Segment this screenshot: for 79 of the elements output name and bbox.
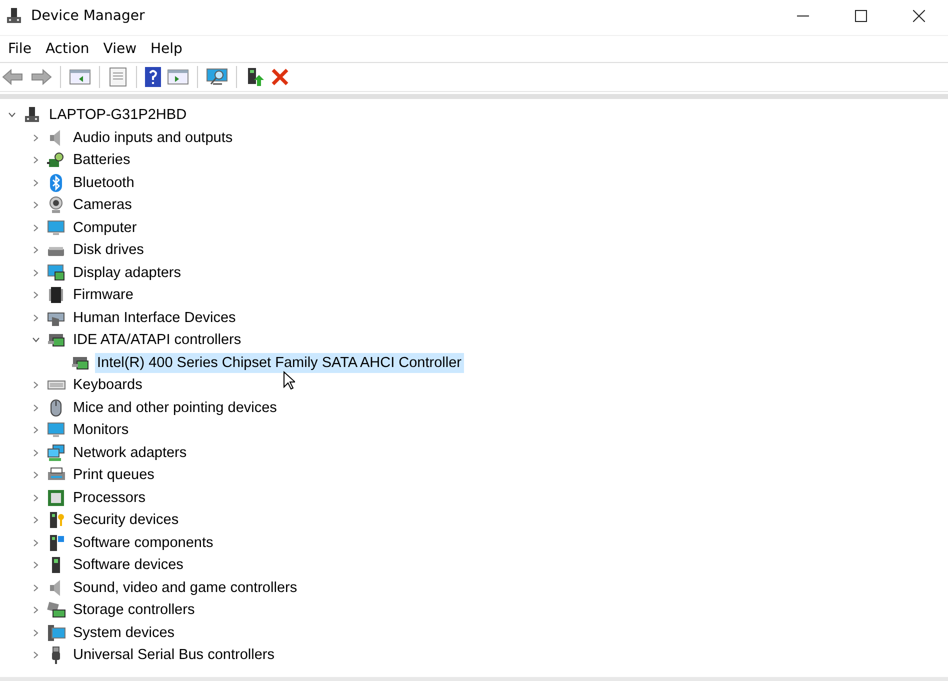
scan-monitor-icon[interactable] (206, 68, 228, 86)
uninstall-icon[interactable] (271, 68, 289, 86)
expand-chevron-icon[interactable] (32, 628, 40, 637)
tree-item[interactable]: Network adapters (71, 442, 189, 463)
expand-chevron-icon[interactable] (32, 201, 40, 210)
expand-chevron-icon[interactable] (32, 156, 40, 164)
expand-chevron-icon[interactable] (32, 426, 40, 434)
menu-item[interactable]: View (96, 41, 144, 57)
tree-item[interactable]: Human Interface Devices (71, 308, 238, 328)
expand-chevron-icon[interactable] (32, 134, 40, 142)
expand-chevron-icon[interactable] (32, 516, 40, 524)
app-icon (5, 7, 23, 25)
back-icon[interactable] (2, 69, 24, 85)
tree-item[interactable]: Storage controllers (71, 600, 197, 620)
forward-icon[interactable] (30, 69, 52, 85)
menu-item[interactable]: File (1, 41, 38, 57)
display-adapter-icon (47, 264, 66, 282)
expand-chevron-icon[interactable] (32, 381, 40, 390)
tree-item[interactable]: IDE ATA/ATAPI controllers (71, 330, 244, 350)
expand-chevron-icon[interactable] (32, 224, 40, 232)
expand-chevron-icon[interactable] (32, 404, 40, 412)
tree-item[interactable]: Mice and other pointing devices (71, 398, 279, 418)
tree-item[interactable]: Cameras (71, 195, 134, 216)
tree-item[interactable]: Audio inputs and outputs (71, 128, 235, 148)
system-icon (47, 624, 66, 642)
menu-item[interactable]: Action (38, 41, 96, 57)
expand-chevron-icon[interactable] (32, 268, 40, 277)
network-icon (47, 444, 66, 462)
tree-item[interactable]: Intel(R) 400 Series Chipset Family SATA AHCI Controller (95, 352, 464, 373)
tree-pane-icon[interactable] (69, 68, 91, 86)
action-pane-icon[interactable] (167, 68, 189, 86)
tree-item[interactable]: Keyboards (71, 375, 144, 396)
storage-icon (47, 601, 66, 620)
mouse-cursor-icon (283, 371, 295, 390)
expand-chevron-icon[interactable] (32, 561, 40, 570)
tree-item[interactable]: Print queues (71, 465, 156, 486)
help-icon[interactable] (145, 67, 161, 87)
tree-item[interactable]: Monitors (71, 420, 131, 440)
expand-chevron-icon[interactable] (32, 606, 40, 614)
tree-item[interactable]: Batteries (71, 150, 132, 170)
tree-item[interactable]: Sound, video and game controllers (71, 578, 300, 598)
tree-item[interactable]: Bluetooth (71, 172, 136, 193)
expand-chevron-icon[interactable] (32, 584, 40, 592)
tree-item[interactable]: Display adapters (71, 262, 183, 283)
collapse-chevron-icon[interactable] (32, 336, 40, 344)
expand-chevron-icon[interactable] (32, 471, 40, 480)
tree-item[interactable]: Software components (71, 532, 216, 553)
expand-chevron-icon[interactable] (32, 314, 40, 322)
monitor-icon (47, 218, 66, 237)
tree-item[interactable]: Computer (71, 218, 139, 238)
tree-item[interactable]: Software devices (71, 555, 186, 576)
window-title: Device Manager (31, 8, 145, 24)
monitor-icon (47, 421, 66, 440)
processor-icon (47, 488, 66, 507)
battery-icon (47, 151, 66, 170)
collapse-chevron-icon[interactable] (8, 111, 16, 120)
tree-item[interactable]: LAPTOP-G31P2HBD (47, 105, 189, 126)
tree-item[interactable]: Disk drives (71, 240, 146, 260)
update-driver-icon[interactable] (245, 67, 265, 87)
chip-icon (47, 286, 66, 304)
adapter-card-icon (47, 331, 66, 350)
tree-item[interactable]: Security devices (71, 510, 181, 530)
expand-chevron-icon[interactable] (32, 246, 40, 254)
expand-chevron-icon[interactable] (32, 538, 40, 547)
menu-item[interactable]: Help (144, 41, 190, 57)
close-icon (913, 10, 925, 22)
expand-chevron-icon[interactable] (32, 178, 40, 187)
tower-key-icon (47, 511, 66, 530)
expand-chevron-icon[interactable] (32, 494, 40, 502)
expand-chevron-icon[interactable] (32, 651, 40, 660)
tree-item[interactable]: Processors (71, 488, 148, 508)
computer-icon (23, 106, 42, 124)
tree-item[interactable]: Universal Serial Bus controllers (71, 645, 276, 666)
maximize-icon (855, 10, 867, 22)
expand-chevron-icon[interactable] (32, 291, 40, 300)
tree-item[interactable]: Firmware (71, 285, 136, 306)
properties-icon[interactable] (108, 67, 128, 87)
tree-item[interactable]: System devices (71, 622, 177, 643)
expand-chevron-icon[interactable] (32, 448, 40, 457)
